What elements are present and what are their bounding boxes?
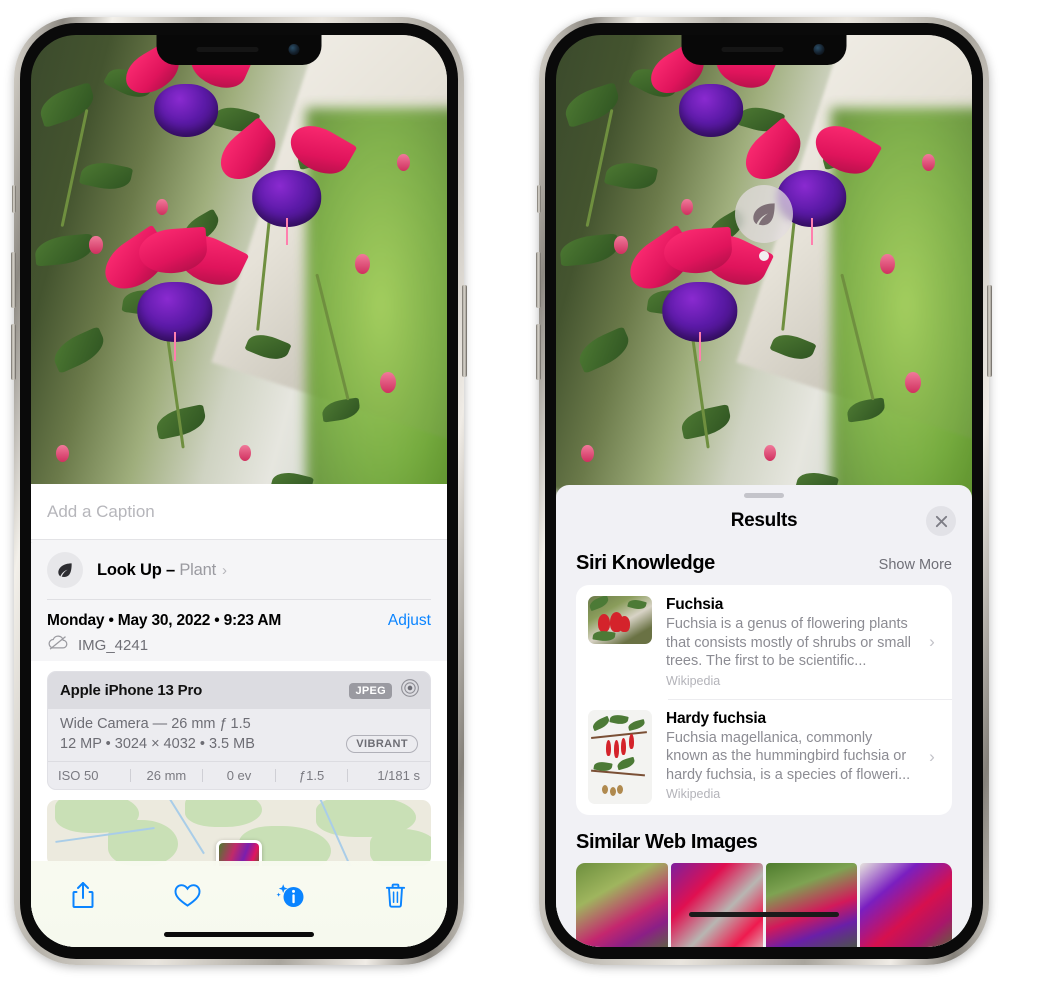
exif-iso: ISO 50 bbox=[58, 768, 99, 783]
similar-image[interactable] bbox=[576, 862, 668, 947]
list-item[interactable]: Fuchsia Fuchsia is a genus of flowering … bbox=[576, 585, 952, 699]
exif-shutter: 1/181 s bbox=[377, 768, 420, 783]
volume-up-button[interactable] bbox=[11, 252, 16, 308]
similar-web-images-title: Similar Web Images bbox=[576, 830, 758, 853]
results-header: Results bbox=[556, 498, 972, 544]
lens-info: Wide Camera — 26 mm ƒ 1.5 bbox=[60, 716, 251, 732]
result-thumbnail bbox=[588, 596, 652, 644]
power-button[interactable] bbox=[462, 285, 467, 377]
similar-image[interactable] bbox=[670, 862, 763, 947]
chevron-right-icon: › bbox=[929, 631, 935, 651]
power-button[interactable] bbox=[987, 285, 992, 377]
photo-filename: IMG_4241 bbox=[78, 636, 149, 654]
photographic-style-badge: VIBRANT bbox=[346, 735, 418, 753]
look-up-label: Look Up – Plant bbox=[97, 560, 216, 579]
mute-switch[interactable] bbox=[12, 185, 16, 213]
siri-knowledge-list: Fuchsia Fuchsia is a genus of flowering … bbox=[576, 585, 952, 815]
result-title: Fuchsia bbox=[666, 596, 724, 613]
results-sheet: Results Siri Knowledge Show More Fuchsia… bbox=[556, 485, 972, 947]
result-title: Hardy fuchsia bbox=[666, 709, 766, 727]
similar-image[interactable] bbox=[860, 862, 952, 947]
photo-metadata: Monday • May 30, 2022 • 9:23 AM Adjust I… bbox=[31, 600, 447, 661]
exif-aperture: ƒ1.5 bbox=[298, 768, 325, 783]
exif-stats-row: ISO 50 26 mm 0 ev ƒ1.5 1/181 s bbox=[48, 761, 430, 789]
result-description: Fuchsia magellanica, commonly known as t… bbox=[666, 729, 911, 783]
exif-card[interactable]: Apple iPhone 13 Pro JPEG Wide Camera — 2… bbox=[47, 671, 431, 790]
home-indicator[interactable] bbox=[164, 932, 314, 937]
format-badge: JPEG bbox=[349, 682, 392, 699]
pin-dot bbox=[759, 251, 769, 261]
sparkle-icon: ✧ bbox=[31, 536, 34, 551]
trash-icon[interactable] bbox=[373, 875, 417, 915]
similar-web-images-strip[interactable] bbox=[556, 862, 972, 947]
phone-bezel: Add a Caption ✧ ✧ Look Up – Plant bbox=[20, 23, 458, 959]
list-item[interactable]: Hardy fuchsia Fuchsia magellanica, commo… bbox=[576, 698, 952, 815]
photo-location-map[interactable] bbox=[47, 800, 431, 866]
similar-image[interactable] bbox=[765, 862, 858, 947]
show-more-button[interactable]: Show More bbox=[879, 557, 952, 573]
exif-body: Wide Camera — 26 mm ƒ 1.5 12 MP • 3024 ×… bbox=[48, 709, 430, 761]
result-description: Fuchsia is a genus of flowering plants t… bbox=[666, 616, 911, 670]
volume-up-button[interactable] bbox=[536, 252, 541, 308]
earpiece-speaker bbox=[196, 47, 259, 52]
chevron-right-icon: › bbox=[929, 746, 935, 766]
phone-screen-right: Results Siri Knowledge Show More Fuchsia… bbox=[556, 35, 972, 947]
earpiece-speaker bbox=[721, 47, 784, 52]
chevron-right-icon: › bbox=[221, 561, 227, 579]
caption-placeholder: Add a Caption bbox=[47, 501, 155, 521]
visual-lookup-pin[interactable] bbox=[735, 185, 793, 261]
notch bbox=[681, 35, 847, 65]
home-indicator[interactable] bbox=[689, 912, 839, 917]
lens-icon bbox=[400, 678, 420, 703]
photo-date: Monday • May 30, 2022 • 9:23 AM bbox=[47, 612, 282, 629]
results-title: Results bbox=[730, 510, 798, 531]
front-camera bbox=[813, 44, 825, 55]
notch bbox=[156, 35, 322, 65]
icloud-slash-icon bbox=[47, 635, 69, 655]
result-source: Wikipedia bbox=[666, 673, 721, 688]
volume-down-button[interactable] bbox=[536, 324, 541, 380]
heart-icon[interactable] bbox=[165, 875, 209, 915]
volume-down-button[interactable] bbox=[11, 324, 16, 380]
front-camera bbox=[288, 44, 300, 55]
iphone-left: Add a Caption ✧ ✧ Look Up – Plant bbox=[11, 17, 467, 965]
info-sparkle-icon[interactable] bbox=[269, 875, 313, 915]
siri-knowledge-title: Siri Knowledge bbox=[576, 552, 715, 574]
result-thumbnail bbox=[588, 709, 652, 804]
similar-web-images-header: Similar Web Images bbox=[556, 815, 972, 863]
look-up-row[interactable]: ✧ ✧ Look Up – Plant › bbox=[31, 536, 447, 600]
exif-header: Apple iPhone 13 Pro JPEG bbox=[48, 672, 430, 709]
share-icon[interactable] bbox=[61, 875, 105, 915]
mute-switch[interactable] bbox=[537, 185, 541, 213]
screenshot-stage: Add a Caption ✧ ✧ Look Up – Plant bbox=[0, 0, 1055, 985]
image-size-info: 12 MP • 3024 × 4032 • 3.5 MB bbox=[60, 736, 255, 752]
adjust-button[interactable]: Adjust bbox=[388, 612, 431, 630]
siri-knowledge-header: Siri Knowledge Show More bbox=[556, 544, 972, 585]
exif-ev: 0 ev bbox=[226, 768, 252, 783]
phone-bezel: Results Siri Knowledge Show More Fuchsia… bbox=[545, 23, 983, 959]
exif-focal: 26 mm bbox=[146, 768, 187, 783]
result-source: Wikipedia bbox=[666, 787, 721, 802]
close-icon[interactable] bbox=[926, 506, 956, 536]
iphone-right: Results Siri Knowledge Show More Fuchsia… bbox=[536, 17, 992, 965]
camera-device: Apple iPhone 13 Pro bbox=[60, 682, 203, 699]
leaf-icon bbox=[47, 552, 83, 588]
leaf-icon bbox=[735, 185, 793, 243]
caption-input[interactable]: Add a Caption bbox=[31, 484, 447, 540]
phone-screen-left: Add a Caption ✧ ✧ Look Up – Plant bbox=[31, 35, 447, 947]
